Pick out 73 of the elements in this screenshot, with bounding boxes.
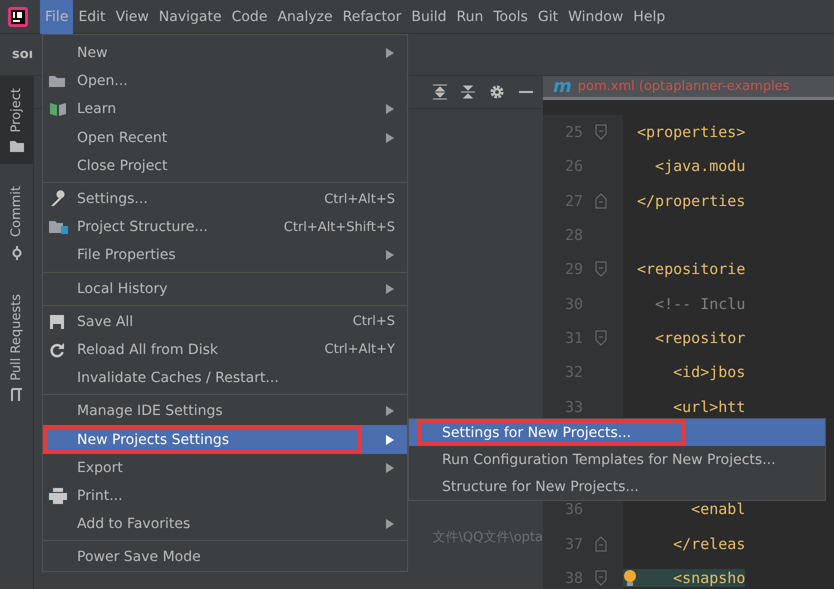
menu-title[interactable]: Tools bbox=[488, 0, 533, 34]
menu-item[interactable]: Export bbox=[43, 454, 407, 482]
menu-item[interactable]: Manage IDE Settings bbox=[43, 397, 407, 426]
menu-item[interactable]: Reload All from Disk Ctrl+Alt+Y bbox=[43, 336, 407, 364]
code-line: <repositorie bbox=[636, 260, 746, 278]
maven-icon: m bbox=[553, 76, 572, 97]
fold-marker-icon[interactable] bbox=[595, 536, 607, 552]
menu-item[interactable]: Project Structure... Ctrl+Alt+Shift+S bbox=[43, 213, 407, 242]
menu-item[interactable]: Add to Favorites bbox=[43, 510, 407, 538]
code-line: <repositor bbox=[654, 328, 746, 347]
menu-title[interactable]: Run bbox=[452, 0, 488, 34]
shortcut-text: Ctrl+Alt+Y bbox=[324, 342, 395, 358]
menu-item[interactable]: Print... bbox=[43, 482, 407, 510]
structure-icon bbox=[49, 219, 69, 236]
shortcut-text: Ctrl+Alt+Shift+S bbox=[284, 220, 395, 235]
folder-icon bbox=[49, 74, 67, 88]
settings-icon[interactable] bbox=[489, 84, 505, 100]
menu-title[interactable]: Help bbox=[628, 0, 670, 34]
menu-title[interactable]: Git bbox=[532, 0, 564, 34]
menu-item[interactable]: Run Configuration Templates for New Projects... bbox=[409, 446, 825, 473]
folder-icon bbox=[10, 140, 24, 152]
pull-request-icon bbox=[10, 388, 24, 402]
fold-marker-icon[interactable] bbox=[595, 570, 607, 586]
tool-window-tab[interactable]: Pull Requests bbox=[0, 282, 34, 414]
fold-marker-icon[interactable] bbox=[595, 192, 607, 209]
printer-icon bbox=[49, 488, 67, 504]
menu-item[interactable]: New bbox=[43, 39, 407, 68]
lightbulb-icon[interactable] bbox=[623, 569, 637, 587]
fold-marker-icon[interactable] bbox=[595, 124, 607, 140]
menu-title[interactable]: Analyze bbox=[272, 0, 338, 34]
menu-item[interactable]: Structure for New Projects... bbox=[409, 473, 825, 500]
menu-title[interactable]: View bbox=[110, 0, 154, 34]
menu-item[interactable]: Open... bbox=[43, 67, 407, 96]
menu-title[interactable]: Build bbox=[406, 0, 452, 34]
expand-all-icon[interactable] bbox=[433, 84, 447, 100]
code-line: <id>jbos bbox=[672, 363, 746, 382]
reload-icon bbox=[49, 342, 65, 358]
menu-item[interactable]: Learn bbox=[43, 95, 407, 124]
menu-item[interactable]: Settings... Ctrl+Alt+S bbox=[43, 184, 407, 214]
code-line: </properties bbox=[636, 192, 746, 210]
tool-window-tab[interactable]: Project bbox=[0, 76, 34, 164]
menu-item[interactable]: Invalidate Caches / Restart... bbox=[43, 364, 407, 392]
fold-marker-icon[interactable] bbox=[595, 261, 607, 278]
code-line: </releas bbox=[672, 534, 746, 553]
code-line: <java.modu bbox=[654, 157, 746, 176]
wrench-icon bbox=[49, 190, 67, 208]
code-line: <!-- Inclu bbox=[654, 294, 746, 313]
shortcut-text: Ctrl+S bbox=[352, 314, 395, 330]
save-icon bbox=[49, 314, 65, 330]
menu-title[interactable]: Code bbox=[226, 0, 272, 34]
menu-item[interactable]: Open Recent bbox=[43, 124, 407, 152]
breadcrumb[interactable]: soı bbox=[12, 47, 34, 62]
app-logo-icon[interactable] bbox=[8, 6, 28, 26]
commit-icon bbox=[10, 246, 24, 260]
fold-marker-icon[interactable] bbox=[595, 330, 607, 346]
shortcut-text: Ctrl+Alt+S bbox=[324, 192, 395, 207]
menu-title[interactable]: Navigate bbox=[154, 0, 227, 34]
menu-item[interactable]: Close Project bbox=[43, 152, 407, 180]
menu-title[interactable]: Window bbox=[563, 0, 628, 34]
menu-item[interactable]: New Projects Settings bbox=[43, 425, 407, 454]
menu-title[interactable]: Edit bbox=[73, 0, 111, 34]
collapse-all-icon[interactable] bbox=[461, 84, 475, 100]
menu-item[interactable]: File Properties bbox=[43, 241, 407, 270]
menu-item[interactable]: Local History bbox=[43, 274, 407, 303]
menu-item[interactable]: Save All Ctrl+S bbox=[43, 308, 407, 336]
menu-item[interactable]: Power Save Mode bbox=[43, 543, 407, 572]
code-line: <url>htt bbox=[672, 398, 746, 416]
book-icon bbox=[49, 101, 67, 118]
menu-title[interactable]: Refactor bbox=[338, 0, 406, 34]
tool-window-tab[interactable]: Commit bbox=[0, 174, 34, 272]
code-line: <enabl bbox=[690, 500, 746, 518]
code-line: <properties> bbox=[636, 123, 746, 142]
menu-item[interactable]: Settings for New Projects... bbox=[409, 419, 825, 446]
